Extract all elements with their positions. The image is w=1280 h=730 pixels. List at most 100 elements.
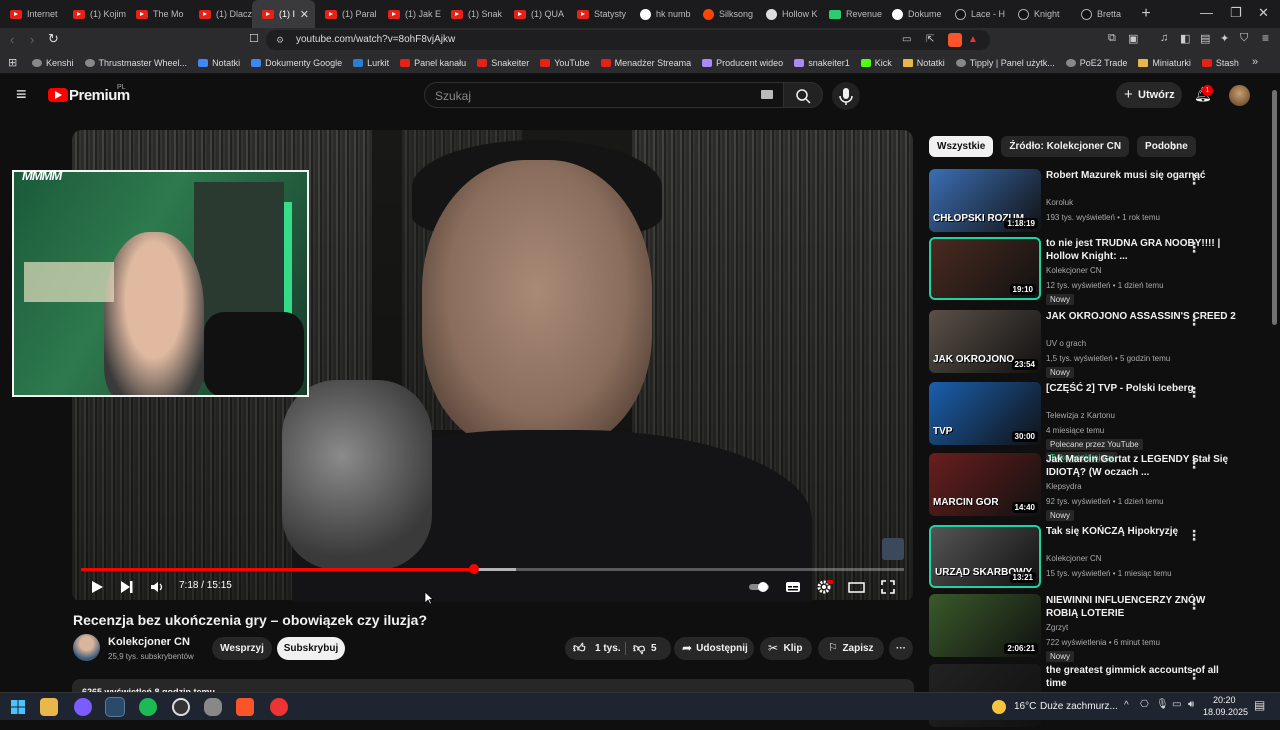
recommended-title[interactable]: Robert Mazurek musi się ogarnąć bbox=[1046, 169, 1238, 182]
cast-icon[interactable]: ▭ bbox=[902, 30, 911, 50]
bookmark-item[interactable]: Thrustmaster Wheel... bbox=[84, 58, 187, 68]
forward-icon[interactable]: › bbox=[30, 32, 34, 47]
recommended-title[interactable]: the greatest gimmick accounts of all tim… bbox=[1046, 664, 1238, 690]
close-tab-icon[interactable]: ✕ bbox=[300, 8, 309, 21]
recommended-video[interactable]: 2:06:21 NIEWINNI INFLUENCERZY ZNÓW ROBIĄ … bbox=[929, 594, 1249, 662]
bookmark-item[interactable]: Snakeiter bbox=[477, 58, 529, 68]
recommended-video[interactable]: 19:10 to nie jest TRUDNA GRA NOOBY!!!! | … bbox=[929, 237, 1249, 305]
bookmark-item[interactable]: Tipply | Panel użytk... bbox=[955, 58, 1055, 68]
shield-app-icon[interactable] bbox=[204, 698, 222, 716]
windows-start-icon[interactable] bbox=[10, 699, 26, 715]
browser-tab[interactable]: (1) Kojim bbox=[63, 0, 126, 28]
obs-icon[interactable] bbox=[172, 698, 190, 716]
brave-shield-icon[interactable] bbox=[948, 33, 962, 47]
video-options-icon[interactable]: ⋮ bbox=[1187, 527, 1201, 544]
bookmark-item[interactable]: Kick bbox=[860, 58, 892, 68]
bookmark-page-icon[interactable]: ☐ bbox=[249, 32, 259, 45]
autoplay-toggle-icon[interactable] bbox=[748, 580, 772, 594]
recommended-video[interactable]: CHŁOPSKI ROZUM 1:18:19 Robert Mazurek musi… bbox=[929, 169, 1249, 235]
next-video-icon[interactable] bbox=[120, 580, 134, 594]
video-options-icon[interactable]: ⋮ bbox=[1187, 384, 1201, 401]
back-icon[interactable]: ‹ bbox=[10, 32, 14, 47]
search-input[interactable]: Szukaj bbox=[424, 82, 784, 108]
thumbs-down-icon[interactable]: 👎︎ bbox=[633, 637, 645, 660]
clock-time[interactable]: 20:20 bbox=[1213, 695, 1236, 705]
media-icon[interactable]: ♫ bbox=[1160, 32, 1168, 44]
brave-browser-icon[interactable] bbox=[236, 698, 254, 716]
speaker-icon[interactable]: 🔊︎ bbox=[1188, 699, 1194, 710]
browser-tab[interactable]: (1) Snak bbox=[441, 0, 504, 28]
bookmark-item[interactable]: Notatki bbox=[198, 58, 240, 68]
browser-tab[interactable]: (1) Jak E bbox=[378, 0, 441, 28]
bookmark-item[interactable]: Dokumenty Google bbox=[251, 58, 342, 68]
recommended-channel[interactable]: Zgrzyt bbox=[1046, 623, 1068, 632]
search-button[interactable] bbox=[783, 82, 823, 108]
discord-icon[interactable] bbox=[74, 698, 92, 716]
bookmark-item[interactable]: snakeiter1 bbox=[794, 58, 850, 68]
file-explorer-icon[interactable] bbox=[40, 698, 58, 716]
youtube-logo-icon[interactable] bbox=[48, 88, 68, 102]
video-options-icon[interactable]: ⋮ bbox=[1187, 312, 1201, 329]
brave-rewards-icon[interactable]: ▲ bbox=[968, 30, 978, 50]
video-thumbnail[interactable]: JAK OKROJONO 23:54 bbox=[929, 310, 1041, 373]
recommended-channel[interactable]: Koroluk bbox=[1046, 198, 1073, 207]
reload-icon[interactable]: ↻ bbox=[48, 31, 59, 47]
recommended-video[interactable]: MARCIN GOR 14:40 Jak Marcin Gortat z LEGEN… bbox=[929, 453, 1249, 521]
channel-watermark-icon[interactable] bbox=[882, 538, 904, 560]
recommended-title[interactable]: JAK OKROJONO ASSASSIN'S CREED 2 bbox=[1046, 310, 1238, 323]
create-button[interactable]: + Utwórz bbox=[1116, 82, 1182, 108]
more-bookmarks-icon[interactable]: » bbox=[1252, 56, 1258, 68]
save-button[interactable]: ⚐ Zapisz bbox=[818, 637, 884, 660]
bookmark-item[interactable]: Miniaturki bbox=[1138, 58, 1191, 68]
spotify-icon[interactable] bbox=[139, 698, 157, 716]
bookmark-item[interactable]: Stash bbox=[1201, 58, 1239, 68]
volume-icon[interactable] bbox=[150, 580, 164, 594]
bookmark-item[interactable]: YouTube bbox=[540, 58, 590, 68]
video-options-icon[interactable]: ⋮ bbox=[1187, 239, 1201, 256]
wallet-icon[interactable]: ▣ bbox=[1128, 32, 1138, 45]
video-thumbnail[interactable]: MARCIN GOR 14:40 bbox=[929, 453, 1041, 516]
bookmark-item[interactable]: Lurkit bbox=[353, 58, 389, 68]
like-count[interactable]: 1 tys. bbox=[595, 637, 621, 660]
recommended-video[interactable]: JAK OKROJONO 23:54 JAK OKROJONO ASSASSIN'S… bbox=[929, 310, 1249, 378]
recommended-channel[interactable]: Kolekcjoner CN bbox=[1046, 554, 1102, 563]
url-bar[interactable]: ⚙ youtube.com/watch?v=8ohF8vjAjkw ▭ ⇱ ▲ bbox=[266, 30, 990, 50]
site-info-icon[interactable]: ⚙ bbox=[276, 30, 284, 50]
share-page-icon[interactable]: ⇱ bbox=[926, 30, 934, 50]
recommended-channel[interactable]: Kolekcjoner CN bbox=[1046, 266, 1102, 275]
red-app-icon[interactable] bbox=[270, 698, 288, 716]
browser-tab[interactable]: hk numb bbox=[630, 0, 693, 28]
video-options-icon[interactable]: ⋮ bbox=[1187, 666, 1201, 683]
bookmark-item[interactable]: Panel kanału bbox=[400, 58, 466, 68]
browser-tab[interactable]: Bretta bbox=[1071, 0, 1134, 28]
tray-mic-icon[interactable]: 🎙︎ bbox=[1156, 699, 1169, 710]
recommended-video[interactable]: URZĄD SKARBOWY 13:21 Tak się KOŃCZĄ Hipokr… bbox=[929, 525, 1249, 591]
browser-tab[interactable]: (1) QUA bbox=[504, 0, 567, 28]
video-options-icon[interactable]: ⋮ bbox=[1187, 455, 1201, 472]
bookmark-item[interactable]: Notatki bbox=[902, 58, 945, 68]
subtitles-icon[interactable] bbox=[785, 580, 801, 594]
browser-tab[interactable]: Statysty bbox=[567, 0, 630, 28]
browser-tab[interactable]: The Mo bbox=[126, 0, 189, 28]
browser-tab[interactable]: Hollow K bbox=[756, 0, 819, 28]
browser-tab[interactable]: Silksong bbox=[693, 0, 756, 28]
clock-date[interactable]: 18.09.2025 bbox=[1203, 707, 1248, 717]
tray-overflow-icon[interactable]: ^ bbox=[1124, 700, 1129, 711]
recommended-title[interactable]: NIEWINNI INFLUENCERZY ZNÓW ROBIĄ LOTERIE bbox=[1046, 594, 1238, 620]
maximize-icon[interactable]: ❐ bbox=[1230, 5, 1242, 21]
tray-app-icon[interactable]: ⎔ bbox=[1140, 699, 1149, 710]
recommended-channel[interactable]: UV o grach bbox=[1046, 339, 1086, 348]
video-thumbnail[interactable]: URZĄD SKARBOWY 13:21 bbox=[929, 525, 1041, 588]
bookmark-item[interactable]: PoE2 Trade bbox=[1065, 58, 1127, 68]
browser-tab[interactable]: (1) Paral bbox=[315, 0, 378, 28]
browser-tab[interactable]: Dokume bbox=[882, 0, 945, 28]
voice-search-button[interactable] bbox=[832, 82, 860, 110]
network-icon[interactable]: ▭ bbox=[1172, 699, 1181, 710]
channel-name[interactable]: Kolekcjoner CN bbox=[108, 636, 190, 648]
more-actions-button[interactable]: ··· bbox=[889, 637, 913, 660]
browser-tab[interactable]: Revenue bbox=[819, 0, 882, 28]
play-icon[interactable] bbox=[90, 580, 104, 594]
video-thumbnail[interactable]: 19:10 bbox=[929, 237, 1041, 300]
weather-icon[interactable] bbox=[992, 700, 1006, 714]
browser-tab[interactable]: Internet bbox=[0, 0, 63, 28]
